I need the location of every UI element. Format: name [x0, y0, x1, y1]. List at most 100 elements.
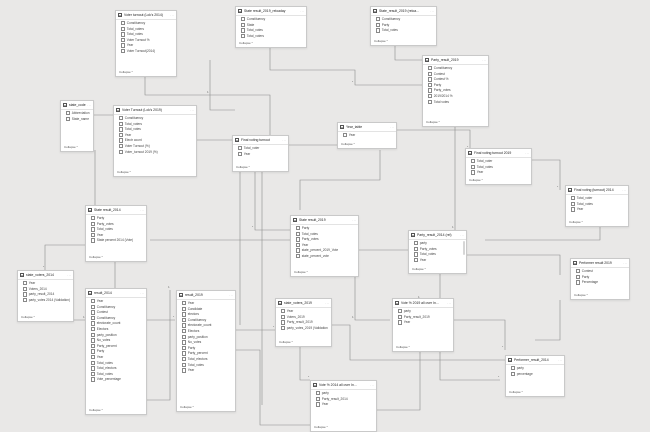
table-card-header[interactable]: Performer_result_2014 ···	[506, 356, 564, 365]
more-options-icon[interactable]: ···	[229, 293, 233, 297]
table-card-state-result-2019-reload2[interactable]: State_result_2019 (reloa... ··· Constituen…	[370, 6, 437, 46]
collapse-button[interactable]: Collapse ^	[396, 345, 410, 349]
collapse-button[interactable]: Collapse ^	[569, 220, 583, 224]
table-card-result-2014[interactable]: result_2014 ··· Year Constituency Contest Con…	[85, 288, 147, 415]
more-options-icon[interactable]: ···	[140, 291, 144, 295]
table-card-voter-turnout-2014[interactable]: Voter turnout (Lok's 2014) ··· Constituenc…	[115, 10, 177, 77]
collapse-button[interactable]: Collapse ^	[509, 390, 523, 394]
table-card-party-result-2019[interactable]: Party_result_2019 ··· Constituency Contest C…	[422, 55, 489, 127]
more-options-icon[interactable]: ···	[623, 261, 627, 265]
collapse-button[interactable]: Collapse ^	[341, 142, 355, 146]
field-row[interactable]: party_votes 2014 (Validation)	[23, 297, 70, 304]
table-card-final-voting-turnout-2019[interactable]: Final voting turnout 2019 ··· Total_voter T…	[465, 148, 532, 185]
table-card-header[interactable]: State result_2014 ···	[86, 206, 146, 215]
field-row[interactable]: Total_voters	[241, 33, 303, 40]
field-row[interactable]: Year	[182, 368, 232, 374]
field-row[interactable]: Year	[316, 402, 373, 408]
table-card-header[interactable]: State_result_2019 (reloa... ···	[371, 7, 436, 16]
field-row[interactable]: Year	[398, 320, 450, 326]
more-options-icon[interactable]: ···	[622, 188, 626, 192]
field-row[interactable]: percentage	[511, 371, 561, 378]
collapse-button[interactable]: Collapse ^	[21, 315, 35, 319]
collapse-button[interactable]: Collapse ^	[412, 267, 426, 271]
table-card-final-voting-turnout[interactable]: Final voting turnout ··· Total_voter Year Co…	[232, 135, 289, 172]
collapse-button[interactable]: Collapse ^	[469, 178, 483, 182]
more-options-icon[interactable]: ···	[282, 138, 286, 142]
table-card-vote-pct-2019-all[interactable]: Vote % 2019 all over In... ··· party Party_…	[392, 298, 454, 352]
collapse-button[interactable]: Collapse ^	[574, 293, 588, 297]
field-row[interactable]: Total_votes	[376, 28, 433, 34]
table-card-header[interactable]: state_voters_2019 ···	[276, 299, 331, 308]
collapse-button[interactable]: Collapse ^	[180, 405, 194, 409]
table-card-header[interactable]: Year_table ···	[338, 123, 396, 132]
table-card-state-result-2014[interactable]: State result_2014 ··· Party Party_votes Tota…	[85, 205, 147, 262]
table-card-header[interactable]: Party_result_2014 (rel) ···	[409, 231, 466, 240]
table-card-header[interactable]: Final voting turnout ···	[233, 136, 288, 145]
more-options-icon[interactable]: ···	[87, 103, 91, 107]
table-card-header[interactable]: Party_result_2019 ···	[423, 56, 488, 65]
more-options-icon[interactable]: ···	[447, 301, 451, 305]
table-card-performer-result-2014[interactable]: Performer_result_2014 ··· party percentage C…	[505, 355, 565, 397]
more-options-icon[interactable]: ···	[370, 383, 374, 387]
field-row[interactable]: Percentage	[576, 280, 626, 286]
more-options-icon[interactable]: ···	[352, 218, 356, 222]
table-card-voter-turnout-2019[interactable]: Voter Turnout (Lok's 2019) ··· Constituenc…	[113, 105, 197, 177]
table-card-final-voting-turnout-2014[interactable]: Final voting (turnout) 2014 ··· Total_vote…	[565, 185, 629, 227]
more-options-icon[interactable]: ···	[482, 58, 486, 62]
scrollbar[interactable]	[463, 241, 465, 255]
table-card-header[interactable]: Vote % 2014 all over In... ···	[311, 381, 376, 390]
table-card-header[interactable]: result_2019 ···	[177, 291, 235, 300]
more-options-icon[interactable]: ···	[325, 301, 329, 305]
field-row[interactable]: Year	[471, 170, 528, 176]
table-card-header[interactable]: State result_2019 ···	[291, 216, 358, 225]
collapse-button[interactable]: Collapse ^	[89, 408, 103, 412]
collapse-button[interactable]: Collapse ^	[239, 41, 253, 45]
table-card-header[interactable]: Vote % 2019 all over In... ···	[393, 299, 453, 308]
collapse-button[interactable]: Collapse ^	[374, 39, 388, 43]
table-card-header[interactable]: state_voters_2014 ···	[18, 271, 73, 280]
table-card-header[interactable]: Final voting turnout 2019 ···	[466, 149, 531, 158]
table-card-year-table[interactable]: Year_table ··· Year Collapse ^	[337, 122, 397, 149]
more-options-icon[interactable]: ···	[390, 125, 394, 129]
field-row[interactable]: State_name	[66, 116, 90, 123]
field-row[interactable]: party_votes_2019 (Validation)	[281, 325, 328, 332]
collapse-button[interactable]: Collapse ^	[314, 425, 328, 429]
collapse-button[interactable]: Collapse ^	[119, 70, 133, 74]
field-row[interactable]: Year	[238, 151, 285, 158]
table-card-state-result-2019-reload[interactable]: State result_2019_reloaday ··· Constituenc…	[235, 6, 307, 48]
more-options-icon[interactable]: ···	[558, 358, 562, 362]
table-card-state-voters-2014[interactable]: state_voters_2014 ··· Year Voters_2014 party…	[17, 270, 74, 322]
more-options-icon[interactable]: ···	[67, 273, 71, 277]
more-options-icon[interactable]: ···	[140, 208, 144, 212]
collapse-button[interactable]: Collapse ^	[426, 120, 440, 124]
field-row[interactable]: Voter_turnout 2019 (%)	[119, 149, 193, 156]
field-row[interactable]: Year	[414, 257, 463, 264]
table-card-header[interactable]: Performer result 2019 ···	[571, 259, 629, 268]
more-options-icon[interactable]: ···	[170, 13, 174, 17]
table-card-party-result-2014[interactable]: Party_result_2014 (rel) ··· party Party_vot…	[408, 230, 467, 274]
more-options-icon[interactable]: ···	[300, 9, 304, 13]
collapse-button[interactable]: Collapse ^	[279, 340, 293, 344]
field-row[interactable]: Year	[343, 133, 393, 139]
table-card-header[interactable]: state_code ···	[61, 101, 93, 110]
table-card-state-voters-2019[interactable]: state_voters_2019 ··· Year Voters_2019 Party…	[275, 298, 332, 347]
more-options-icon[interactable]: ···	[460, 233, 464, 237]
more-options-icon[interactable]: ···	[525, 151, 529, 155]
field-row[interactable]: state_percent_vote	[296, 253, 355, 260]
model-canvas[interactable]: 1 * 1 * * 1 * 1 1 * 1 * * 1 * 1 * 1 1 * …	[0, 0, 650, 432]
table-card-performer-result-2019[interactable]: Performer result 2019 ··· Contest Party Perc…	[570, 258, 630, 300]
table-card-header[interactable]: result_2014 ···	[86, 289, 146, 298]
collapse-button[interactable]: Collapse ^	[236, 165, 250, 169]
field-row[interactable]: Total votes	[428, 99, 485, 106]
table-card-header[interactable]: Final voting (turnout) 2014 ···	[566, 186, 628, 195]
table-card-header[interactable]: State result_2019_reloaday ···	[236, 7, 306, 16]
field-row[interactable]: Vote_percentage	[91, 377, 143, 383]
field-row[interactable]: Voter Turnout(2014)	[121, 48, 173, 55]
table-card-header[interactable]: Voter Turnout (Lok's 2019) ···	[114, 106, 196, 115]
field-row[interactable]: Year	[571, 207, 625, 213]
table-card-state-result-2019[interactable]: State result_2019 ··· Party Total_votes Part…	[290, 215, 359, 277]
collapse-button[interactable]: Collapse ^	[117, 170, 131, 174]
collapse-button[interactable]: Collapse ^	[64, 145, 78, 149]
table-card-state-code[interactable]: state_code ··· Abbreviation State_name Colla…	[60, 100, 94, 152]
table-card-result-2019[interactable]: result_2019 ··· Year Candidate electors Const…	[176, 290, 236, 412]
